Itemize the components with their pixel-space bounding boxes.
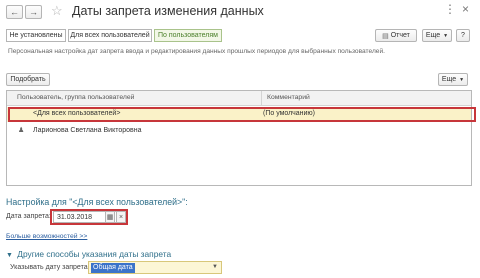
back-button[interactable]: ← xyxy=(6,5,23,19)
report-label: Отчет xyxy=(390,32,410,39)
report-icon: ▤ xyxy=(382,32,389,40)
calendar-button[interactable]: ▦ xyxy=(105,211,115,223)
filter-not-set-button[interactable]: Не установлены xyxy=(6,29,66,42)
description-text: Персональная настройка дат запрета ввода… xyxy=(8,48,385,55)
table-row[interactable]: ♟ Ларионова Светлана Викторовна xyxy=(7,123,471,138)
chevron-down-icon: ▼ xyxy=(6,252,13,259)
users-table: Пользователь, группа пользователей Комме… xyxy=(6,90,476,186)
table-more-label: Еще xyxy=(441,76,457,83)
close-icon[interactable]: × xyxy=(462,2,469,16)
more-label: Еще xyxy=(425,32,441,39)
user-icon: ♟ xyxy=(18,127,25,134)
arrow-left-icon: ← xyxy=(10,7,19,17)
favorite-star-icon[interactable]: ☆ xyxy=(51,3,63,19)
calendar-icon: ▦ xyxy=(106,214,114,221)
table-more-button[interactable]: Еще ▼ xyxy=(438,73,468,86)
page-title: Даты запрета изменения данных xyxy=(72,4,264,18)
clear-date-button[interactable]: × xyxy=(116,211,126,223)
other-methods-section[interactable]: ▼ Другие способы указания даты запрета xyxy=(6,249,171,259)
chevron-down-icon: ▼ xyxy=(212,264,218,270)
report-button[interactable]: ▤ Отчет xyxy=(375,29,417,42)
chevron-down-icon: ▼ xyxy=(459,76,465,83)
column-header-comment[interactable]: Комментарий xyxy=(267,94,310,101)
other-methods-title: Другие способы указания даты запрета xyxy=(17,249,172,259)
help-button[interactable]: ? xyxy=(456,29,470,42)
more-menu-button[interactable]: Еще ▼ xyxy=(422,29,452,42)
chevron-down-icon: ▼ xyxy=(443,32,449,39)
selected-row-highlight xyxy=(8,107,476,122)
settings-title: Настройка для "<Для всех пользователей>"… xyxy=(6,197,188,207)
specify-date-value: Общая дата xyxy=(91,263,135,273)
column-divider xyxy=(261,91,262,106)
more-options-link[interactable]: Больше возможностей >> xyxy=(6,233,87,240)
more-actions-icon[interactable]: ⋮ xyxy=(444,2,456,16)
row-user-cell: Ларионова Светлана Викторовна xyxy=(33,127,142,134)
specify-label: Указывать дату запрета: xyxy=(10,264,90,271)
table-header: Пользователь, группа пользователей Комме… xyxy=(7,91,471,106)
filter-all-users-button[interactable]: Для всех пользователей xyxy=(68,29,152,42)
date-label: Дата запрета: xyxy=(6,213,51,220)
pick-button[interactable]: Подобрать xyxy=(6,73,50,86)
filter-by-users-button[interactable]: По пользователям xyxy=(154,29,222,42)
specify-date-select[interactable]: Общая дата ▼ xyxy=(88,261,222,274)
forward-button[interactable]: → xyxy=(25,5,42,19)
arrow-right-icon: → xyxy=(29,7,38,17)
column-header-user[interactable]: Пользователь, группа пользователей xyxy=(17,94,134,101)
